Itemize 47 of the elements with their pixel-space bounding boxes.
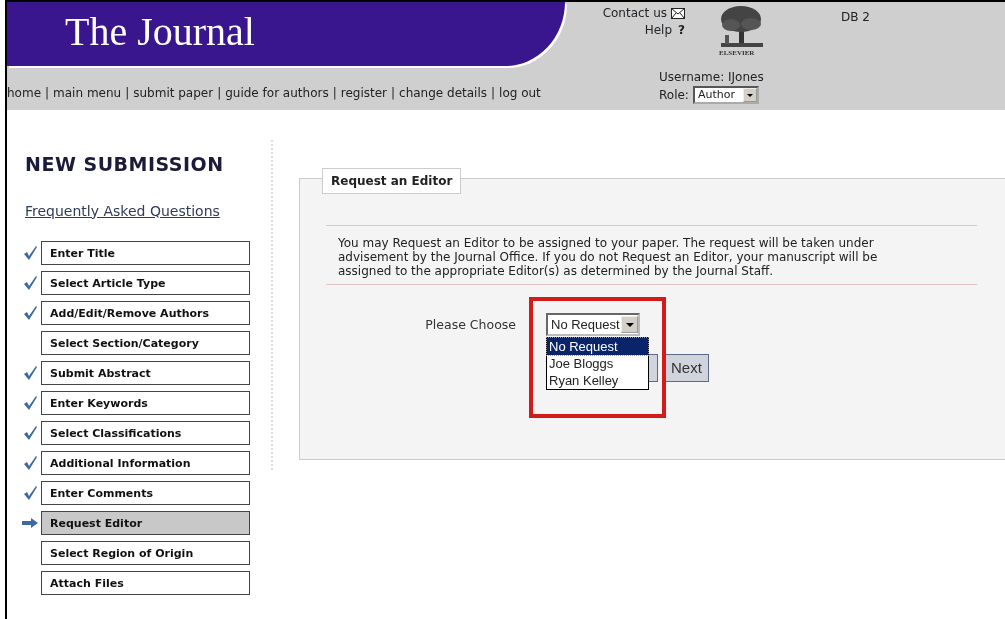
step-link[interactable]: Add/Edit/Remove Authors xyxy=(41,300,250,325)
step-link[interactable]: Enter Comments xyxy=(41,480,250,505)
caret-icon xyxy=(746,93,753,97)
nav-link[interactable]: main menu xyxy=(53,86,122,100)
next-button[interactable]: Next xyxy=(664,354,709,382)
step-link[interactable]: Select Article Type xyxy=(41,270,250,295)
nav-separator: | xyxy=(125,86,130,100)
help-icon[interactable]: ? xyxy=(678,22,685,39)
database-label: DB 2 xyxy=(841,9,870,26)
nav-separator: | xyxy=(332,86,337,100)
nav-link[interactable]: guide for authors xyxy=(225,86,329,100)
nav-separator: | xyxy=(45,86,50,100)
role-label: Role: xyxy=(659,87,689,104)
nav-separator: | xyxy=(491,86,496,100)
editor-select[interactable]: No Request xyxy=(546,313,640,336)
nav-separator: | xyxy=(217,86,222,100)
faq-link[interactable]: Frequently Asked Questions xyxy=(25,200,220,222)
mail-icon xyxy=(671,8,685,19)
step-link[interactable]: Request Editor xyxy=(41,510,250,535)
role-select[interactable]: Author xyxy=(692,86,759,104)
step-link[interactable]: Submit Abstract xyxy=(41,360,250,385)
instructions-text: You may Request an Editor to be assigned to your paper. The request will be taken under advisement by the Journal Office. If you do not Request an Editor, your manuscript will be assigned to the appropriate Editor(s) as determined by the Journal Staff. xyxy=(337,235,879,280)
nav-link[interactable]: register xyxy=(340,86,387,100)
contact-link[interactable]: Contact us xyxy=(602,5,667,22)
dropdown-option[interactable]: Joe Bloggs xyxy=(547,355,648,372)
step-link[interactable]: Additional Information xyxy=(41,450,250,475)
nav-link[interactable]: home xyxy=(7,86,42,100)
caret-icon xyxy=(625,322,634,327)
tree-logo-icon xyxy=(719,5,765,48)
nav-link[interactable]: submit paper xyxy=(133,86,214,100)
step-link[interactable]: Attach Files xyxy=(41,570,250,595)
nav-link[interactable]: log out xyxy=(499,86,541,100)
panel-legend: Request an Editor xyxy=(322,168,462,194)
sidebar-heading: NEW SUBMISSION xyxy=(25,152,225,177)
dropdown-option[interactable]: Ryan Kelley xyxy=(547,372,648,389)
username-label: Username: IJones xyxy=(659,69,764,86)
choose-label: Please Choose xyxy=(424,316,517,334)
step-link[interactable]: Enter Keywords xyxy=(41,390,250,415)
site-title: The Journal xyxy=(7,2,565,66)
nav-separator: | xyxy=(391,86,396,100)
nav-link[interactable]: change details xyxy=(399,86,487,100)
step-link[interactable]: Select Classifications xyxy=(41,420,250,445)
step-link[interactable]: Select Section/Category xyxy=(41,330,250,355)
step-link[interactable]: Enter Title xyxy=(41,240,250,265)
help-link[interactable]: Help xyxy=(644,22,673,39)
dropdown-option[interactable]: No Request xyxy=(547,338,648,355)
step-link[interactable]: Select Region of Origin xyxy=(41,540,250,565)
